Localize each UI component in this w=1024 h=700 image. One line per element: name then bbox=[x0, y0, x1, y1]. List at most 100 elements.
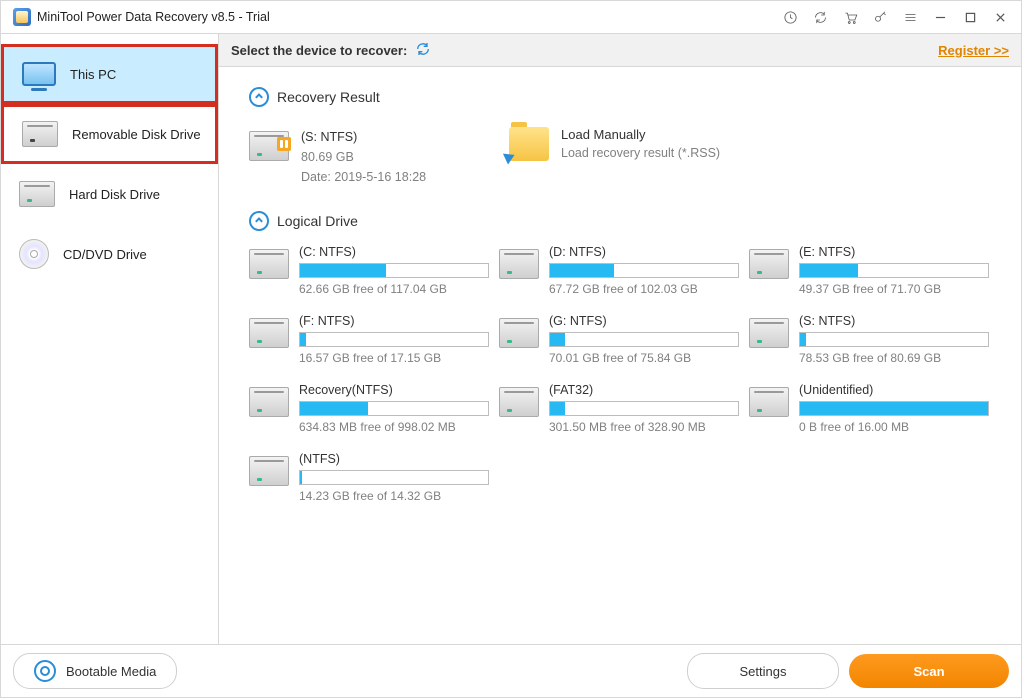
maximize-button[interactable] bbox=[955, 1, 985, 33]
usage-bar bbox=[549, 401, 739, 416]
usage-bar bbox=[799, 263, 989, 278]
app-title: MiniTool Power Data Recovery v8.5 - Tria… bbox=[37, 10, 270, 24]
scan-label: Scan bbox=[913, 664, 944, 679]
load-title: Load Manually bbox=[561, 127, 720, 142]
drive-free-text: 16.57 GB free of 17.15 GB bbox=[299, 351, 489, 365]
settings-button[interactable]: Settings bbox=[687, 653, 839, 689]
drive-free-text: 78.53 GB free of 80.69 GB bbox=[799, 351, 989, 365]
collapse-icon[interactable] bbox=[249, 211, 269, 231]
drive-item[interactable]: (NTFS) 14.23 GB free of 14.32 GB bbox=[249, 452, 489, 503]
drive-item[interactable]: Recovery(NTFS) 634.83 MB free of 998.02 M… bbox=[249, 383, 489, 434]
cart-icon[interactable] bbox=[835, 1, 865, 33]
refresh-icon[interactable] bbox=[415, 41, 431, 60]
drive-free-text: 49.37 GB free of 71.70 GB bbox=[799, 282, 989, 296]
logical-section-title: Logical Drive bbox=[277, 213, 358, 229]
app-window: MiniTool Power Data Recovery v8.5 - Tria… bbox=[0, 0, 1022, 698]
menu-icon[interactable] bbox=[895, 1, 925, 33]
history-icon[interactable] bbox=[775, 1, 805, 33]
updates-icon[interactable] bbox=[805, 1, 835, 33]
drive-item[interactable]: (C: NTFS) 62.66 GB free of 117.04 GB bbox=[249, 245, 489, 296]
drive-name: Recovery(NTFS) bbox=[299, 383, 489, 397]
drive-free-text: 634.83 MB free of 998.02 MB bbox=[299, 420, 489, 434]
device-prompt: Select the device to recover: bbox=[231, 43, 407, 58]
bootable-label: Bootable Media bbox=[66, 664, 156, 679]
recovery-entry-size: 80.69 GB bbox=[301, 147, 426, 167]
drive-item[interactable]: (FAT32) 301.50 MB free of 328.90 MB bbox=[499, 383, 739, 434]
close-button[interactable] bbox=[985, 1, 1015, 33]
recovery-result-item[interactable]: (S: NTFS) 80.69 GB Date: 2019-5-16 18:28 bbox=[249, 121, 485, 193]
titlebar: MiniTool Power Data Recovery v8.5 - Tria… bbox=[1, 1, 1021, 34]
hdd-icon bbox=[749, 249, 789, 279]
content-area: Recovery Result (S: NTFS) 80.69 GB Date:… bbox=[219, 67, 1021, 644]
sidebar-item-label: This PC bbox=[70, 67, 116, 82]
bootable-media-button[interactable]: Bootable Media bbox=[13, 653, 177, 689]
sidebar-item-label: CD/DVD Drive bbox=[63, 247, 147, 262]
drive-free-text: 0 B free of 16.00 MB bbox=[799, 420, 989, 434]
sidebar: This PC Removable Disk Drive Hard Disk Dri… bbox=[1, 34, 219, 644]
footer: Bootable Media Settings Scan bbox=[1, 644, 1021, 697]
hdd-icon bbox=[19, 181, 55, 207]
register-link[interactable]: Register >> bbox=[938, 43, 1009, 58]
drive-free-text: 62.66 GB free of 117.04 GB bbox=[299, 282, 489, 296]
drive-item[interactable]: (F: NTFS) 16.57 GB free of 17.15 GB bbox=[249, 314, 489, 365]
app-icon bbox=[13, 8, 31, 26]
drive-item[interactable]: (G: NTFS)70.01 GB free of 75.84 GB bbox=[499, 314, 739, 365]
usb-hdd-icon bbox=[22, 121, 58, 147]
hdd-icon bbox=[499, 249, 539, 279]
drive-free-text: 67.72 GB free of 102.03 GB bbox=[549, 282, 739, 296]
drive-free-text: 14.23 GB free of 14.32 GB bbox=[299, 489, 489, 503]
load-subtitle: Load recovery result (*.RSS) bbox=[561, 146, 720, 160]
logical-section-head: Logical Drive bbox=[249, 211, 1013, 231]
hdd-icon bbox=[499, 387, 539, 417]
usage-bar bbox=[549, 263, 739, 278]
usage-bar bbox=[299, 401, 489, 416]
drive-free-text: 301.50 MB free of 328.90 MB bbox=[549, 420, 739, 434]
hdd-icon bbox=[249, 456, 289, 486]
drive-grid: (C: NTFS) 62.66 GB free of 117.04 GB (D: N… bbox=[249, 245, 1013, 503]
drive-name: (S: NTFS) bbox=[799, 314, 989, 328]
sidebar-item-label: Hard Disk Drive bbox=[69, 187, 160, 202]
disc-icon bbox=[34, 660, 56, 682]
drive-name: (FAT32) bbox=[549, 383, 739, 397]
cd-icon bbox=[19, 239, 49, 269]
recovery-entry-date: Date: 2019-5-16 18:28 bbox=[301, 167, 426, 187]
usage-bar bbox=[799, 401, 989, 416]
settings-label: Settings bbox=[740, 664, 787, 679]
main-panel: Select the device to recover: Register >… bbox=[219, 34, 1021, 644]
drive-name: (F: NTFS) bbox=[299, 314, 489, 328]
drive-name: (D: NTFS) bbox=[549, 245, 739, 259]
recovery-section-head: Recovery Result bbox=[249, 87, 1013, 107]
drive-item[interactable]: (D: NTFS) 67.72 GB free of 102.03 GB bbox=[499, 245, 739, 296]
sidebar-item-hard-disk-drive[interactable]: Hard Disk Drive bbox=[1, 164, 218, 224]
drive-name: (C: NTFS) bbox=[299, 245, 489, 259]
usage-bar bbox=[299, 470, 489, 485]
hdd-icon bbox=[249, 387, 289, 417]
sidebar-item-removable-disk-drive[interactable]: Removable Disk Drive bbox=[1, 104, 218, 164]
usage-bar bbox=[299, 332, 489, 347]
collapse-icon[interactable] bbox=[249, 87, 269, 107]
hdd-icon bbox=[749, 318, 789, 348]
minimize-button[interactable] bbox=[925, 1, 955, 33]
usage-bar bbox=[549, 332, 739, 347]
drive-name: (G: NTFS) bbox=[549, 314, 739, 328]
sidebar-item-this-pc[interactable]: This PC bbox=[1, 44, 218, 104]
sidebar-item-cd-dvd-drive[interactable]: CD/DVD Drive bbox=[1, 224, 218, 284]
scan-button[interactable]: Scan bbox=[849, 654, 1009, 688]
device-header: Select the device to recover: Register >… bbox=[219, 34, 1021, 67]
drive-item[interactable]: (E: NTFS) 49.37 GB free of 71.70 GB bbox=[749, 245, 989, 296]
hdd-icon bbox=[249, 249, 289, 279]
key-icon[interactable] bbox=[865, 1, 895, 33]
usage-bar bbox=[299, 263, 489, 278]
drive-paused-icon bbox=[249, 131, 289, 161]
recovery-section-title: Recovery Result bbox=[277, 89, 380, 105]
hdd-icon bbox=[749, 387, 789, 417]
drive-item[interactable]: (S: NTFS) 78.53 GB free of 80.69 GB bbox=[749, 314, 989, 365]
monitor-icon bbox=[22, 62, 56, 86]
hdd-icon bbox=[249, 318, 289, 348]
drive-name: (E: NTFS) bbox=[799, 245, 989, 259]
drive-item[interactable]: (Unidentified) 0 B free of 16.00 MB bbox=[749, 383, 989, 434]
load-manually-item[interactable]: Load Manually Load recovery result (*.RS… bbox=[509, 121, 726, 193]
drive-name: (Unidentified) bbox=[799, 383, 989, 397]
drive-name: (NTFS) bbox=[299, 452, 489, 466]
folder-arrow-icon bbox=[509, 127, 549, 161]
